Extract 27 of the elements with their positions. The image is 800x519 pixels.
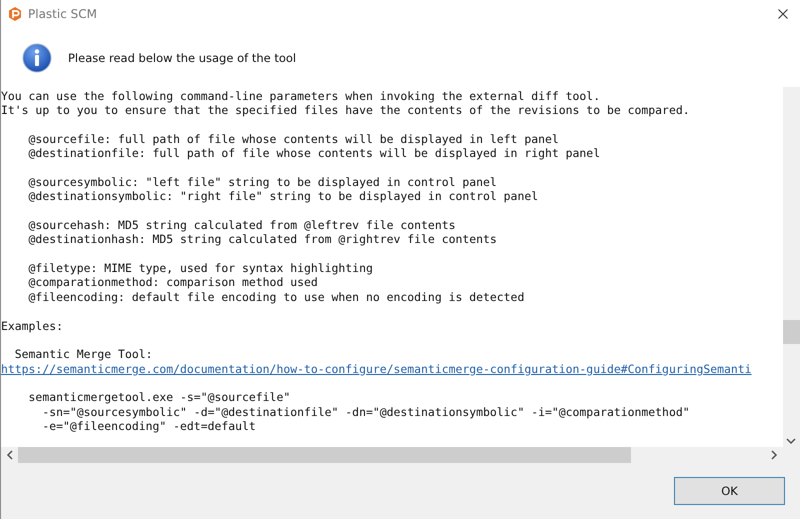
text-line: @fileencoding: default file encoding to use when no encoding is detected [28,290,524,304]
app-logo-icon [7,6,23,22]
text-line: @sourcesymbolic: "left file" string to be displayed in control panel [28,175,497,190]
text-line: semanticmergetool.exe -s="@sourcefile" [28,390,290,405]
text-line: @filetype: MIME type, used for syntax highlighting [28,261,373,276]
text-line: @destinationhash: MD5 string calculated from @rightrev file contents [28,232,497,247]
text-line: @comparationmethod: comparison method used [28,275,318,290]
info-icon [22,42,52,72]
text-line: You can use the following command-line parameters when invoking the external diff tool. [1,89,600,104]
vertical-scrollbar[interactable] [783,87,800,447]
scrollbar-thumb[interactable] [783,320,800,344]
documentation-link[interactable]: https://semanticmerge.com/documentation/how-to-configure/semanticmerge-configuration-guide#ConfiguringSemanti [1,362,752,376]
close-icon [778,9,788,19]
text-line: @destinationfile: full path of file whose contents will be displayed in right panel [28,146,600,161]
text-line: @sourcefile: full path of file whose contents will be displayed in left panel [28,132,559,146]
scrollbar-thumb[interactable] [18,447,631,463]
text-line: Examples: [1,318,63,333]
text-line: -sn="@sourcesymbolic" -d="@destinationfile" -dn="@destinationsymbolic" -i="@comparationmethod" [41,404,690,419]
text-line: It's up to you to ensure that the specified files have the contents of the revisions to be compared. [1,103,690,118]
ok-button[interactable]: OK [674,477,785,505]
text-line: @sourcehash: MD5 string calculated from @leftrev file contents [28,218,456,232]
text-line: @destinationsymbolic: "right file" string to be displayed in control panel [28,189,538,204]
message-text: Please read below the usage of the tool [68,50,296,64]
text-line: -e="@fileencoding" -edt=default [41,418,256,434]
text-line: Semantic Merge Tool: [14,347,152,362]
horizontal-scrollbar[interactable] [1,447,783,463]
window-title: Plastic SCM [28,7,97,21]
